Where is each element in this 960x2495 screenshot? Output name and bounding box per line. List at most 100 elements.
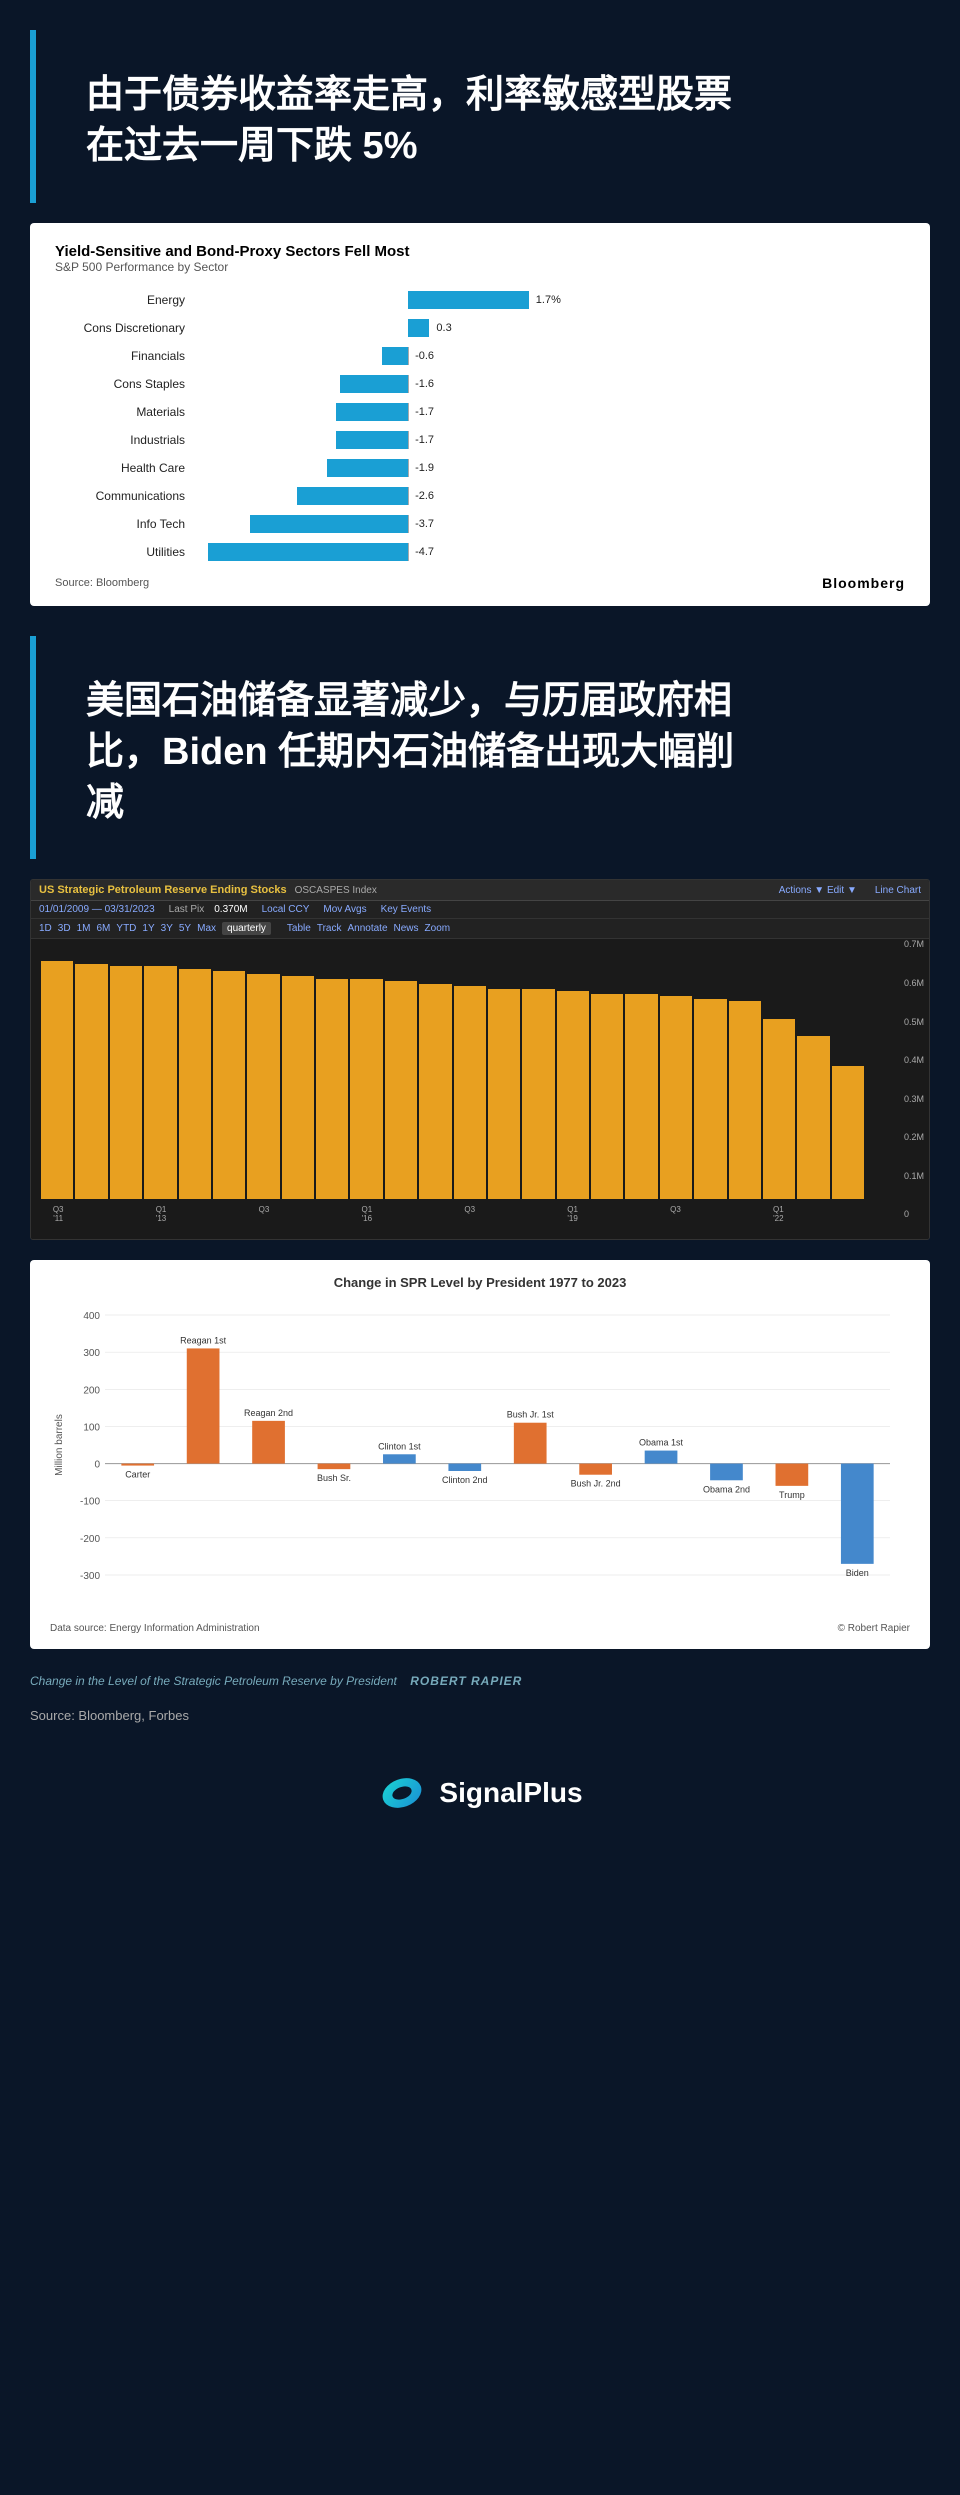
bar-row: Info Tech-3.7 — [55, 513, 905, 535]
terminal-tabs: 1D 3D 1M 6M YTD 1Y 3Y 5Y Max quarterly T… — [31, 919, 929, 939]
svg-text:Bush Sr.: Bush Sr. — [317, 1474, 351, 1484]
footer-logo-text: SignalPlus — [439, 1777, 582, 1809]
x-label — [521, 1205, 555, 1223]
svg-text:400: 400 — [83, 1311, 100, 1322]
svg-text:Bush Jr. 2nd: Bush Jr. 2nd — [571, 1479, 621, 1489]
bar-label: Cons Discretionary — [55, 321, 195, 335]
terminal-bar — [75, 964, 107, 1199]
bar-label: Financials — [55, 349, 195, 363]
caption-text: Change in the Level of the Strategic Pet… — [30, 1674, 397, 1688]
toolbar-zoom[interactable]: Zoom — [425, 923, 451, 934]
terminal-actions: Actions ▼ Edit ▼ — [779, 885, 857, 896]
bar-fill — [408, 319, 429, 337]
terminal-bar — [832, 1066, 864, 1199]
y-label: 0 — [904, 1209, 924, 1219]
terminal-charttype: Line Chart — [875, 885, 921, 896]
x-label — [281, 1205, 315, 1223]
bar-value-label: -4.7 — [415, 546, 434, 558]
terminal-bar — [488, 989, 520, 1199]
toolbar-keyevents: Key Events — [381, 904, 432, 915]
chart-subtitle: S&P 500 Performance by Sector — [55, 260, 905, 274]
zero-line — [408, 431, 409, 449]
bar-label: Cons Staples — [55, 377, 195, 391]
terminal-bar — [41, 961, 73, 1199]
bar-row: Communications-2.6 — [55, 485, 905, 507]
zero-line — [408, 375, 409, 393]
y-label: 0.6M — [904, 978, 924, 988]
tab-3d[interactable]: 3D — [58, 923, 71, 934]
svg-text:Biden: Biden — [846, 1568, 869, 1578]
svg-text:0: 0 — [94, 1460, 100, 1471]
zero-line — [408, 347, 409, 365]
terminal-title: US Strategic Petroleum Reserve Ending St… — [39, 884, 287, 896]
svg-text:Trump: Trump — [779, 1490, 805, 1500]
bar-value-label: -1.9 — [415, 462, 434, 474]
tab-1d[interactable]: 1D — [39, 923, 52, 934]
chart-source: Source: Bloomberg — [55, 577, 149, 589]
tab-quarterly[interactable]: quarterly — [222, 922, 271, 935]
x-label: Q1 '19 — [555, 1205, 589, 1223]
tab-max[interactable]: Max — [197, 923, 216, 934]
terminal-bar — [522, 989, 554, 1199]
bar-fill — [327, 459, 408, 477]
x-label: Q3 '11 — [41, 1205, 75, 1223]
bar-fill — [336, 403, 408, 421]
bar-row: Energy1.7% — [55, 289, 905, 311]
x-label — [727, 1205, 761, 1223]
terminal-header: US Strategic Petroleum Reserve Ending St… — [31, 880, 929, 901]
bar-track: -1.7 — [195, 403, 905, 421]
svg-text:100: 100 — [83, 1423, 100, 1434]
tab-6m[interactable]: 6M — [97, 923, 111, 934]
toolbar-movavg: Mov Avgs — [323, 904, 366, 915]
toolbar-local: Local CCY — [262, 904, 310, 915]
caption-line: Change in the Level of the Strategic Pet… — [0, 1669, 960, 1703]
headline-section-1: 由于债券收益率走高，利率敏感型股票 在过去一周下跌 5% — [30, 30, 930, 203]
toolbar-annotate[interactable]: Annotate — [347, 923, 387, 934]
bar-value-label: -2.6 — [415, 490, 434, 502]
tab-ytd[interactable]: YTD — [116, 923, 136, 934]
spr-svg: 4003002001000-100-200-300Million barrels… — [50, 1295, 910, 1615]
tab-1y[interactable]: 1Y — [142, 923, 154, 934]
terminal-bar — [247, 974, 279, 1199]
svg-text:Bush Jr. 1st: Bush Jr. 1st — [507, 1410, 555, 1420]
terminal-bar — [110, 966, 142, 1199]
tab-5y[interactable]: 5Y — [179, 923, 191, 934]
terminal-bar — [350, 979, 382, 1199]
terminal-bar — [591, 994, 623, 1199]
svg-text:-200: -200 — [80, 1534, 100, 1545]
terminal-index: OSCASPES Index — [295, 885, 377, 896]
terminal-y-axis: 0.7M0.6M0.5M0.4M0.3M0.2M0.1M0 — [904, 939, 924, 1219]
tab-3y[interactable]: 3Y — [161, 923, 173, 934]
zero-line — [408, 403, 409, 421]
caption-attribution: ROBERT RAPIER — [410, 1674, 522, 1688]
x-label — [624, 1205, 658, 1223]
terminal-bar — [454, 986, 486, 1199]
terminal-bar — [557, 991, 589, 1199]
x-label: Q3 — [453, 1205, 487, 1223]
bar-label: Energy — [55, 293, 195, 307]
toolbar-track[interactable]: Track — [317, 923, 342, 934]
bar-fill — [297, 487, 408, 505]
svg-text:Obama 1st: Obama 1st — [639, 1438, 684, 1448]
tab-1m[interactable]: 1M — [77, 923, 91, 934]
bar-value-label: -1.7 — [415, 406, 434, 418]
bar-row: Cons Staples-1.6 — [55, 373, 905, 395]
y-label: 0.1M — [904, 1171, 924, 1181]
y-label: 0.7M — [904, 939, 924, 949]
terminal-bar — [179, 969, 211, 1199]
x-label: Q1 '22 — [761, 1205, 795, 1223]
zero-line — [408, 459, 409, 477]
y-label: 0.2M — [904, 1132, 924, 1142]
x-label — [830, 1205, 864, 1223]
bar-row: Financials-0.6 — [55, 345, 905, 367]
terminal-chart-area: 0.7M0.6M0.5M0.4M0.3M0.2M0.1M0 Q3 '11Q1 '… — [31, 939, 929, 1239]
bar-value-label: 0.3 — [436, 322, 451, 334]
zero-line — [408, 515, 409, 533]
x-label — [178, 1205, 212, 1223]
terminal-bar — [282, 976, 314, 1199]
bar-fill — [208, 543, 408, 561]
toolbar-news[interactable]: News — [394, 923, 419, 934]
x-label — [384, 1205, 418, 1223]
toolbar-table[interactable]: Table — [287, 923, 311, 934]
bar-fill — [340, 375, 408, 393]
